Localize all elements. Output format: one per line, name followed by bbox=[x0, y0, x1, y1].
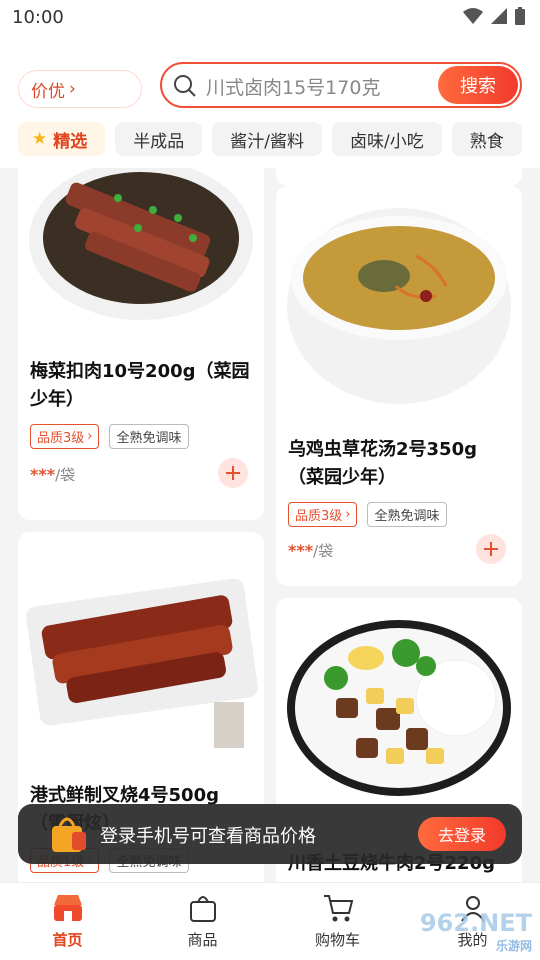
price: ***/袋 bbox=[288, 540, 333, 561]
star-icon: ★ bbox=[32, 129, 48, 149]
login-banner: 登录手机号可查看商品价格 去登录 bbox=[18, 804, 522, 864]
shop-icon bbox=[53, 895, 82, 921]
signal-icon bbox=[491, 8, 507, 24]
product-title: 梅菜扣肉10号200g（菜园少年） bbox=[30, 361, 250, 410]
status-icons bbox=[462, 6, 526, 26]
status-bar: 10:00 bbox=[0, 0, 540, 36]
add-to-cart-button[interactable] bbox=[218, 458, 248, 488]
price-value: *** bbox=[30, 465, 56, 484]
search-icon bbox=[174, 75, 196, 97]
price-value: *** bbox=[288, 541, 314, 560]
product-image bbox=[276, 598, 522, 798]
nav-cart[interactable]: 购物车 bbox=[270, 883, 405, 960]
tag-row: 品质3级 › 全熟免调味 bbox=[30, 424, 189, 449]
product-card[interactable] bbox=[276, 168, 522, 186]
add-to-cart-button[interactable] bbox=[476, 534, 506, 564]
nav-label: 商品 bbox=[187, 931, 218, 949]
login-button[interactable]: 去登录 bbox=[418, 817, 506, 851]
watermark-logo: 962.NET bbox=[419, 909, 532, 937]
clock: 10:00 bbox=[12, 7, 64, 28]
watermark-text: 乐游网 bbox=[495, 939, 532, 953]
product-card[interactable]: 梅菜扣肉10号200g（菜园少年） 品质3级 › 全熟免调味 ***/袋 bbox=[18, 168, 264, 520]
product-image bbox=[18, 168, 264, 348]
price-unit: /袋 bbox=[313, 542, 334, 560]
tab-featured[interactable]: ★ 精选 bbox=[18, 122, 106, 156]
shopping-bag-icon bbox=[52, 817, 86, 852]
chevron-right-icon: › bbox=[69, 79, 76, 99]
category-tabs: ★ 精选 半成品 酱汁/酱料 卤味/小吃 熟食 bbox=[0, 122, 540, 162]
price-filter-label: 价优 bbox=[31, 81, 65, 102]
product-card[interactable]: 乌鸡虫草花汤2号350g（菜园少年） 品质3级 › 全熟免调味 ***/袋 bbox=[276, 186, 522, 586]
product-title: 乌鸡虫草花汤2号350g（菜园少年） bbox=[288, 439, 477, 488]
search-button[interactable]: 搜索 bbox=[438, 66, 518, 104]
quality-label: 品质3级 bbox=[295, 509, 343, 524]
chevron-right-icon: › bbox=[87, 429, 93, 444]
price: ***/袋 bbox=[30, 464, 75, 485]
plus-icon bbox=[226, 466, 240, 480]
quality-badge[interactable]: 品质3级 › bbox=[30, 424, 100, 449]
quality-badge[interactable]: 品质3级 › bbox=[288, 502, 358, 527]
tag-row: 品质3级 › 全熟免调味 bbox=[288, 502, 447, 527]
wifi-icon bbox=[463, 8, 483, 24]
tab-cooked-food[interactable]: 熟食 bbox=[451, 122, 522, 156]
product-image bbox=[18, 532, 264, 762]
quality-label: 品质3级 bbox=[37, 431, 85, 446]
tab-semi-finished[interactable]: 半成品 bbox=[115, 122, 203, 156]
product-image bbox=[276, 186, 522, 416]
price-unit: /袋 bbox=[55, 466, 76, 484]
login-prompt: 登录手机号可查看商品价格 bbox=[100, 826, 316, 847]
nav-label: 购物车 bbox=[314, 931, 360, 949]
feature-badge: 全熟免调味 bbox=[109, 424, 189, 449]
search-input[interactable]: 川式卤肉15号170克 bbox=[206, 73, 380, 100]
chevron-right-icon: › bbox=[345, 507, 351, 522]
watermark: 962.NET 乐游网 bbox=[420, 909, 532, 954]
search-bar[interactable]: 川式卤肉15号170克 搜索 bbox=[160, 62, 522, 108]
nav-products[interactable]: 商品 bbox=[135, 883, 270, 960]
product-feed[interactable]: 梅菜扣肉10号200g（菜园少年） 品质3级 › 全熟免调味 ***/袋 乌鸡虫草… bbox=[0, 168, 540, 882]
feature-badge: 全熟免调味 bbox=[367, 502, 447, 527]
tab-sauces[interactable]: 酱汁/酱料 bbox=[212, 122, 322, 156]
cart-icon bbox=[323, 895, 353, 922]
tab-label: 精选 bbox=[53, 131, 88, 152]
nav-home[interactable]: 首页 bbox=[0, 883, 135, 960]
price-filter-button[interactable]: 价优 › bbox=[18, 70, 142, 108]
tab-braised-snacks[interactable]: 卤味/小吃 bbox=[331, 122, 442, 156]
plus-icon bbox=[484, 542, 498, 556]
battery-icon bbox=[515, 7, 525, 25]
nav-label: 首页 bbox=[52, 931, 83, 949]
bag-icon bbox=[189, 896, 216, 922]
header: 价优 › 川式卤肉15号170克 搜索 ★ 精选 半成品 酱汁/酱料 卤味/小吃… bbox=[0, 36, 540, 168]
